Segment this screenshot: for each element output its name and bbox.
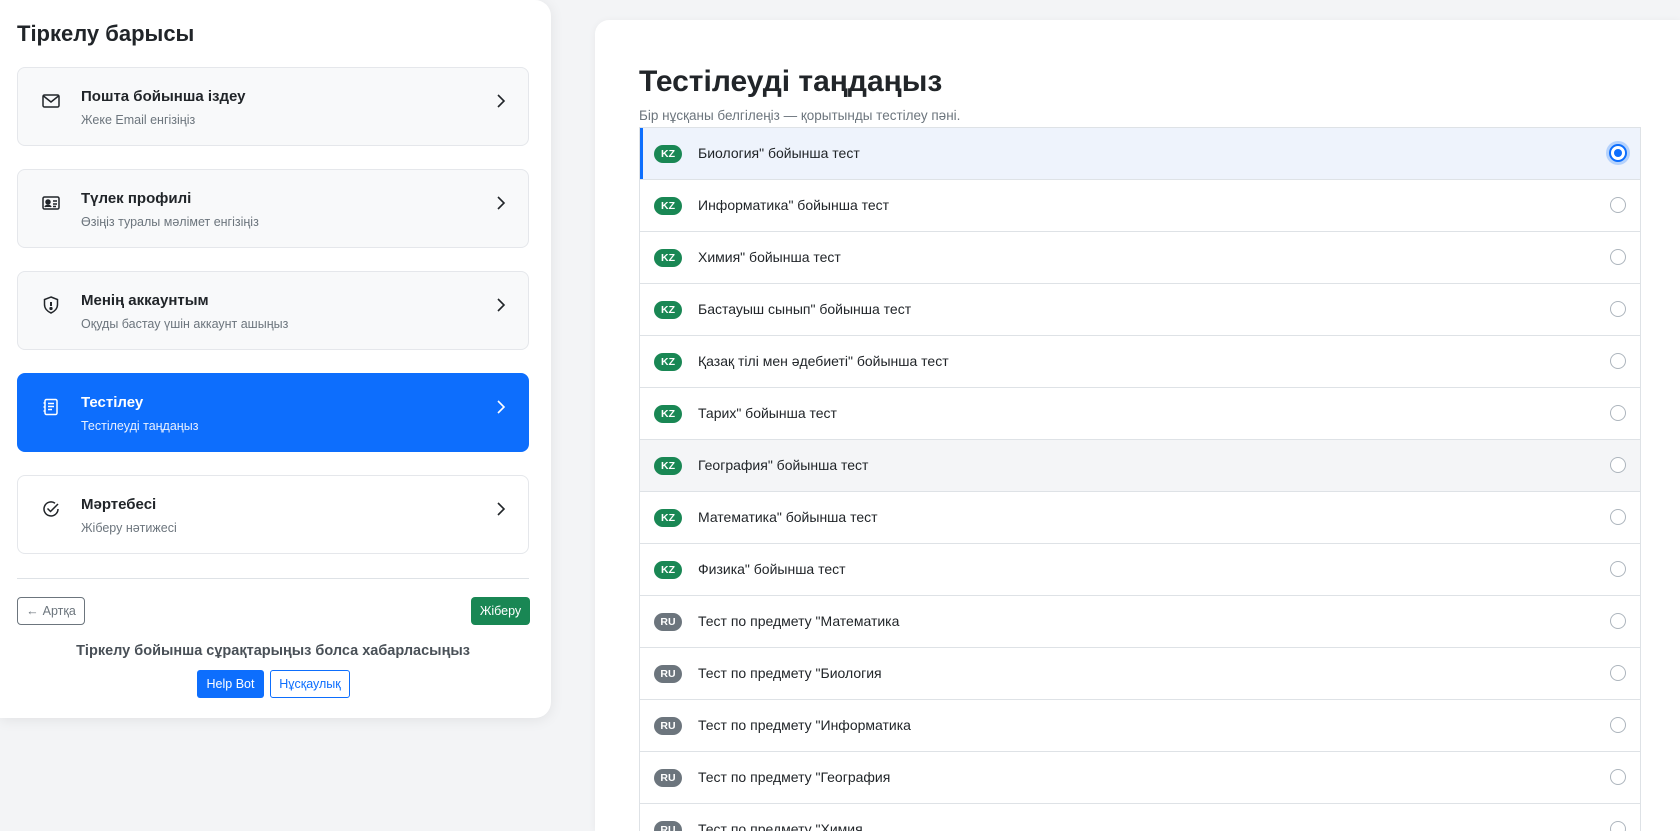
step-description: Тестілеуді таңдаңыз (81, 419, 199, 433)
step-my-account[interactable]: Менің аккаунтым Оқуды бастау үшін аккаун… (17, 271, 529, 350)
step-description: Оқуды бастау үшін аккаунт ашыңыз (81, 317, 289, 331)
chevron-right-icon (494, 90, 508, 112)
step-label: Түлек профилі (81, 190, 192, 207)
language-badge: RU (654, 665, 682, 683)
step-label: Пошта бойынша іздеу (81, 88, 246, 105)
language-badge: RU (654, 769, 682, 787)
test-option-label: Тест по предмету "Математика (698, 613, 900, 629)
language-badge: KZ (654, 197, 682, 215)
chevron-right-icon (494, 192, 508, 214)
test-option[interactable]: KZ Физика" бойынша тест (640, 544, 1640, 596)
test-option[interactable]: KZ Бастауыш сынып" бойынша тест (640, 284, 1640, 336)
test-option[interactable]: RU Тест по предмету "Математика (640, 596, 1640, 648)
radio-button[interactable] (1610, 249, 1626, 265)
arrow-left-icon: ← (26, 604, 39, 618)
step-label: Менің аккаунтым (81, 292, 209, 309)
step-email-search[interactable]: Пошта бойынша іздеу Жеке Email енгізіңіз (17, 67, 529, 146)
test-option[interactable]: KZ Математика" бойынша тест (640, 492, 1640, 544)
radio-button[interactable] (1610, 457, 1626, 473)
test-option[interactable]: KZ Қазақ тілі мен әдебиеті" бойынша тест (640, 336, 1640, 388)
radio-button[interactable] (1610, 561, 1626, 577)
radio-button[interactable] (1609, 144, 1627, 162)
language-badge: RU (654, 613, 682, 631)
check-circle-icon (40, 498, 62, 520)
test-option[interactable]: RU Тест по предмету "Биология (640, 648, 1640, 700)
step-description: Жеке Email енгізіңіз (81, 113, 196, 127)
test-option[interactable]: RU Тест по предмету "Химия (640, 804, 1640, 831)
test-option[interactable]: RU Тест по предмету "Информатика (640, 700, 1640, 752)
test-option-label: Бастауыш сынып" бойынша тест (698, 301, 912, 317)
step-graduate-profile[interactable]: Түлек профилі Өзіңіз туралы мәлімет енгі… (17, 169, 529, 248)
test-option-label: Тест по предмету "Информатика (698, 717, 911, 733)
test-option-label: География" бойынша тест (698, 457, 869, 473)
sidebar-title: Тіркелу барысы (17, 21, 195, 46)
test-option-label: Тест по предмету "Химия (698, 821, 863, 831)
radio-button[interactable] (1610, 353, 1626, 369)
test-option-label: Тест по предмету "География (698, 769, 891, 785)
chevron-right-icon (494, 498, 508, 520)
test-option-label: Математика" бойынша тест (698, 509, 878, 525)
chevron-right-icon (494, 396, 508, 418)
back-button-label: Артқа (42, 604, 76, 618)
language-badge: KZ (654, 457, 682, 475)
language-badge: KZ (654, 145, 682, 163)
radio-button[interactable] (1610, 509, 1626, 525)
step-label: Тестілеу (81, 394, 144, 411)
radio-button[interactable] (1610, 717, 1626, 733)
language-badge: KZ (654, 405, 682, 423)
step-description: Жіберу нәтижесі (81, 521, 177, 535)
radio-button[interactable] (1610, 405, 1626, 421)
test-option[interactable]: RU Тест по предмету "География (640, 752, 1640, 804)
shield-icon (40, 294, 62, 316)
language-badge: KZ (654, 353, 682, 371)
test-option-label: Физика" бойынша тест (698, 561, 846, 577)
test-option-label: Қазақ тілі мен әдебиеті" бойынша тест (698, 353, 949, 369)
language-badge: RU (654, 717, 682, 735)
language-badge: RU (654, 821, 682, 831)
registration-sidebar: Тіркелу барысы Пошта бойынша іздеу Жеке … (0, 0, 551, 718)
test-option[interactable]: KZ Химия" бойынша тест (640, 232, 1640, 284)
test-option[interactable]: KZ Информатика" бойынша тест (640, 180, 1640, 232)
language-badge: KZ (654, 509, 682, 527)
guide-button[interactable]: Нұсқаулық (270, 670, 350, 698)
test-option[interactable]: KZ Биология" бойынша тест (640, 128, 1640, 180)
radio-button[interactable] (1610, 821, 1626, 831)
test-selection-panel: Тестілеуді таңдаңыз Бір нұсқаны белгілең… (595, 20, 1680, 831)
test-option-label: Информатика" бойынша тест (698, 197, 890, 213)
radio-button[interactable] (1610, 665, 1626, 681)
step-label: Мәртебесі (81, 496, 157, 513)
test-option-label: Тарих" бойынша тест (698, 405, 837, 421)
help-text: Тіркелу бойынша сұрақтарыңыз болса хабар… (76, 643, 470, 659)
envelope-icon (40, 90, 62, 112)
page-subtitle: Бір нұсқаны белгілеңіз — қорытынды тесті… (639, 108, 961, 123)
radio-button[interactable] (1610, 769, 1626, 785)
chevron-right-icon (494, 294, 508, 316)
test-options-list: KZ Биология" бойынша тест KZ Информатика" б… (639, 127, 1641, 831)
test-option-label: Химия" бойынша тест (698, 249, 841, 265)
id-card-icon (40, 192, 62, 214)
language-badge: KZ (654, 561, 682, 579)
page-title: Тестілеуді таңдаңыз (639, 65, 943, 98)
radio-button[interactable] (1610, 197, 1626, 213)
sidebar-divider (17, 578, 529, 579)
step-description: Өзіңіз туралы мәлімет енгізіңіз (81, 215, 259, 229)
send-button[interactable]: Жіберу (471, 597, 530, 625)
step-testing[interactable]: Тестілеу Тестілеуді таңдаңыз (17, 373, 529, 452)
test-option[interactable]: KZ География" бойынша тест (640, 440, 1640, 492)
help-bot-button[interactable]: Help Bot (197, 670, 264, 698)
test-option[interactable]: KZ Тарих" бойынша тест (640, 388, 1640, 440)
step-status[interactable]: Мәртебесі Жіберу нәтижесі (17, 475, 529, 554)
language-badge: KZ (654, 249, 682, 267)
test-option-label: Биология" бойынша тест (698, 145, 860, 161)
radio-button[interactable] (1610, 613, 1626, 629)
back-button[interactable]: ← Артқа (17, 597, 85, 625)
test-option-label: Тест по предмету "Биология (698, 665, 882, 681)
radio-button[interactable] (1610, 301, 1626, 317)
document-icon (40, 396, 62, 418)
language-badge: KZ (654, 301, 682, 319)
